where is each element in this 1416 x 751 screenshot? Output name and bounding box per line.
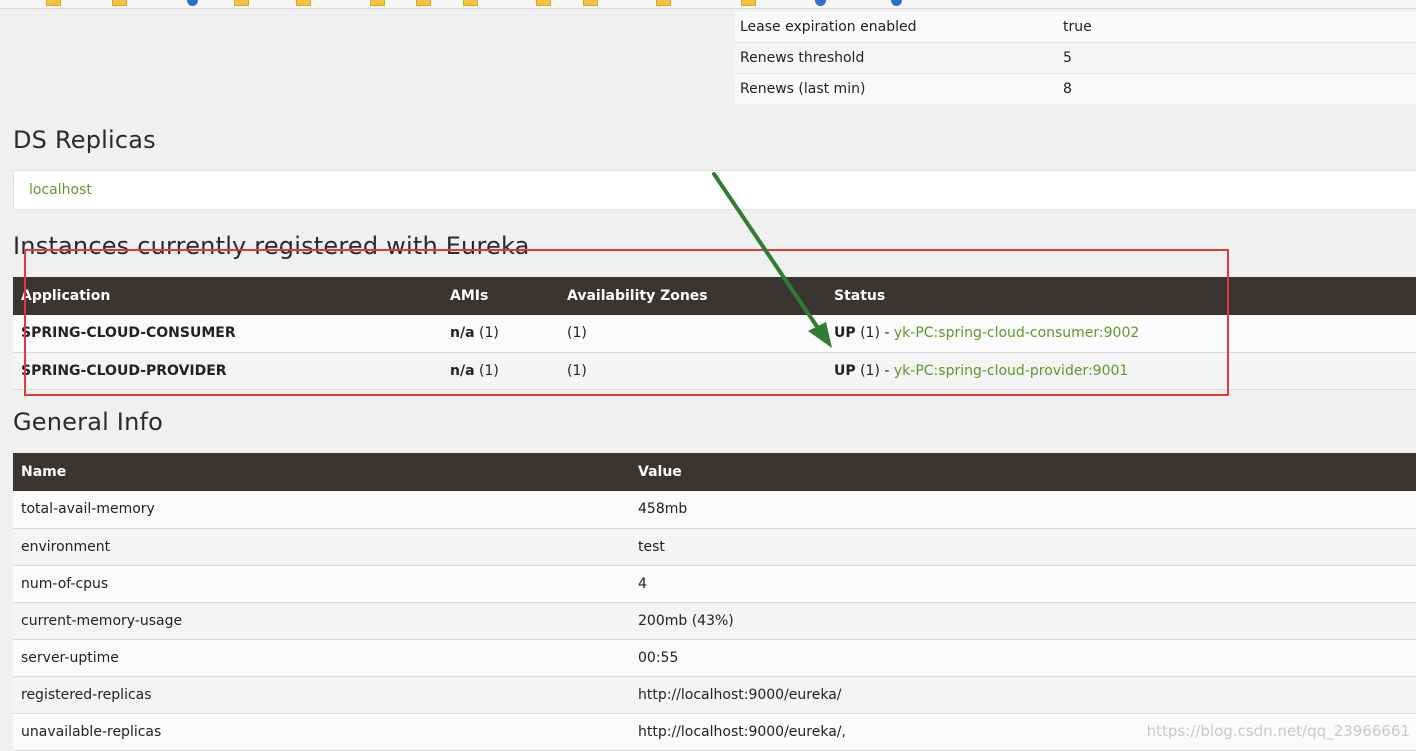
amis-count: (1) [478, 362, 499, 379]
folder-icon [234, 0, 249, 6]
table-row: SPRING-CLOUD-CONSUMER n/a (1) (1) UP (1)… [13, 315, 1416, 353]
folder-icon [416, 0, 431, 6]
table-row: environment test [13, 528, 1416, 566]
column-header-application: Application [13, 277, 442, 315]
folder-icon [656, 0, 671, 6]
bookmark-item[interactable] [583, 0, 601, 7]
table-row: total-avail-memory 458mb [13, 491, 1416, 529]
instances-table: Application AMIs Availability Zones Stat… [13, 277, 1416, 390]
column-header-amis: AMIs [442, 277, 559, 315]
availability-zones-cell: (1) [559, 315, 826, 353]
table-row: server-uptime 00:55 [13, 639, 1416, 677]
bookmark-item[interactable] [187, 0, 201, 7]
folder-icon [536, 0, 551, 6]
column-header-availability-zones: Availability Zones [559, 277, 826, 315]
stat-name: Lease expiration enabled [735, 12, 1059, 43]
bookmark-item[interactable] [234, 0, 252, 7]
info-name: registered-replicas [13, 676, 630, 714]
bookmark-item[interactable] [370, 0, 388, 7]
column-header-status: Status [826, 277, 1416, 315]
bookmark-item[interactable] [46, 0, 64, 7]
bookmark-item[interactable] [416, 0, 434, 7]
stat-name: Renews (last min) [735, 73, 1059, 104]
general-info-heading: General Info [13, 408, 164, 436]
instance-link[interactable]: yk-PC:spring-cloud-provider:9001 [894, 363, 1128, 379]
status-count: (1) - [860, 325, 894, 342]
table-row: Renews (last min) 8 [735, 73, 1416, 104]
bookmark-item[interactable] [891, 0, 905, 7]
info-value: 4 [630, 565, 1416, 603]
status-value: UP [834, 362, 856, 379]
table-row: current-memory-usage 200mb (43%) [13, 602, 1416, 640]
status-cell: UP (1) - yk-PC:spring-cloud-provider:900… [826, 352, 1416, 390]
folder-icon [741, 0, 756, 6]
bookmark-item[interactable] [656, 0, 674, 7]
info-name: server-uptime [13, 639, 630, 677]
status-count: (1) - [860, 362, 894, 379]
watermark-text: https://blog.csdn.net/qq_23966661 [1146, 722, 1410, 740]
status-value: UP [834, 325, 856, 342]
stat-value: true [1059, 12, 1416, 43]
ds-replicas-list: localhost [13, 170, 1416, 210]
table-row: SPRING-CLOUD-PROVIDER n/a (1) (1) UP (1)… [13, 352, 1416, 390]
table-row: Lease expiration enabled true [735, 12, 1416, 43]
globe-icon [815, 0, 826, 6]
globe-icon [891, 0, 902, 6]
globe-icon [187, 0, 198, 6]
info-name: num-of-cpus [13, 565, 630, 603]
bookmark-item[interactable] [296, 0, 314, 7]
folder-icon [463, 0, 478, 6]
amis-value: n/a [450, 362, 475, 379]
ds-replicas-heading: DS Replicas [13, 126, 156, 154]
info-name: total-avail-memory [13, 491, 630, 529]
column-header-name: Name [13, 453, 630, 491]
status-cell: UP (1) - yk-PC:spring-cloud-consumer:900… [826, 315, 1416, 353]
application-name: SPRING-CLOUD-CONSUMER [13, 315, 442, 353]
column-header-value: Value [630, 453, 1416, 491]
amis-count: (1) [478, 325, 499, 342]
folder-icon [46, 0, 61, 6]
folder-icon [370, 0, 385, 6]
bookmark-item[interactable] [463, 0, 481, 7]
info-name: current-memory-usage [13, 602, 630, 640]
instance-link[interactable]: yk-PC:spring-cloud-consumer:9002 [894, 325, 1139, 341]
availability-zones-cell: (1) [559, 352, 826, 390]
folder-icon [296, 0, 311, 6]
info-name: environment [13, 528, 630, 566]
application-name: SPRING-CLOUD-PROVIDER [13, 352, 442, 390]
stat-value: 5 [1059, 42, 1416, 74]
folder-icon [583, 0, 598, 6]
replica-link-localhost[interactable]: localhost [29, 182, 92, 198]
server-status-table: Lease expiration enabled true Renews thres… [735, 12, 1416, 104]
stat-value: 8 [1059, 73, 1416, 104]
info-value: 00:55 [630, 639, 1416, 677]
info-name: unavailable-replicas [13, 713, 630, 751]
table-row: num-of-cpus 4 [13, 565, 1416, 603]
table-row: Renews threshold 5 [735, 42, 1416, 74]
instances-heading: Instances currently registered with Eure… [13, 232, 530, 260]
instances-header-row: Application AMIs Availability Zones Stat… [13, 277, 1416, 315]
info-value: 458mb [630, 491, 1416, 529]
general-info-table: Name Value total-avail-memory 458mb enviro… [13, 453, 1416, 751]
folder-icon [112, 0, 127, 6]
bookmarks-bar [0, 0, 1416, 9]
bookmark-item[interactable] [815, 0, 829, 7]
bookmark-item[interactable] [112, 0, 130, 7]
amis-cell: n/a (1) [442, 315, 559, 353]
amis-cell: n/a (1) [442, 352, 559, 390]
info-value: test [630, 528, 1416, 566]
bookmark-item[interactable] [741, 0, 759, 7]
info-value: 200mb (43%) [630, 602, 1416, 640]
table-row: registered-replicas http://localhost:9000… [13, 676, 1416, 714]
info-value: http://localhost:9000/eureka/ [630, 676, 1416, 714]
bookmark-item[interactable] [536, 0, 554, 7]
stat-name: Renews threshold [735, 42, 1059, 74]
general-info-header-row: Name Value [13, 453, 1416, 491]
amis-value: n/a [450, 325, 475, 342]
